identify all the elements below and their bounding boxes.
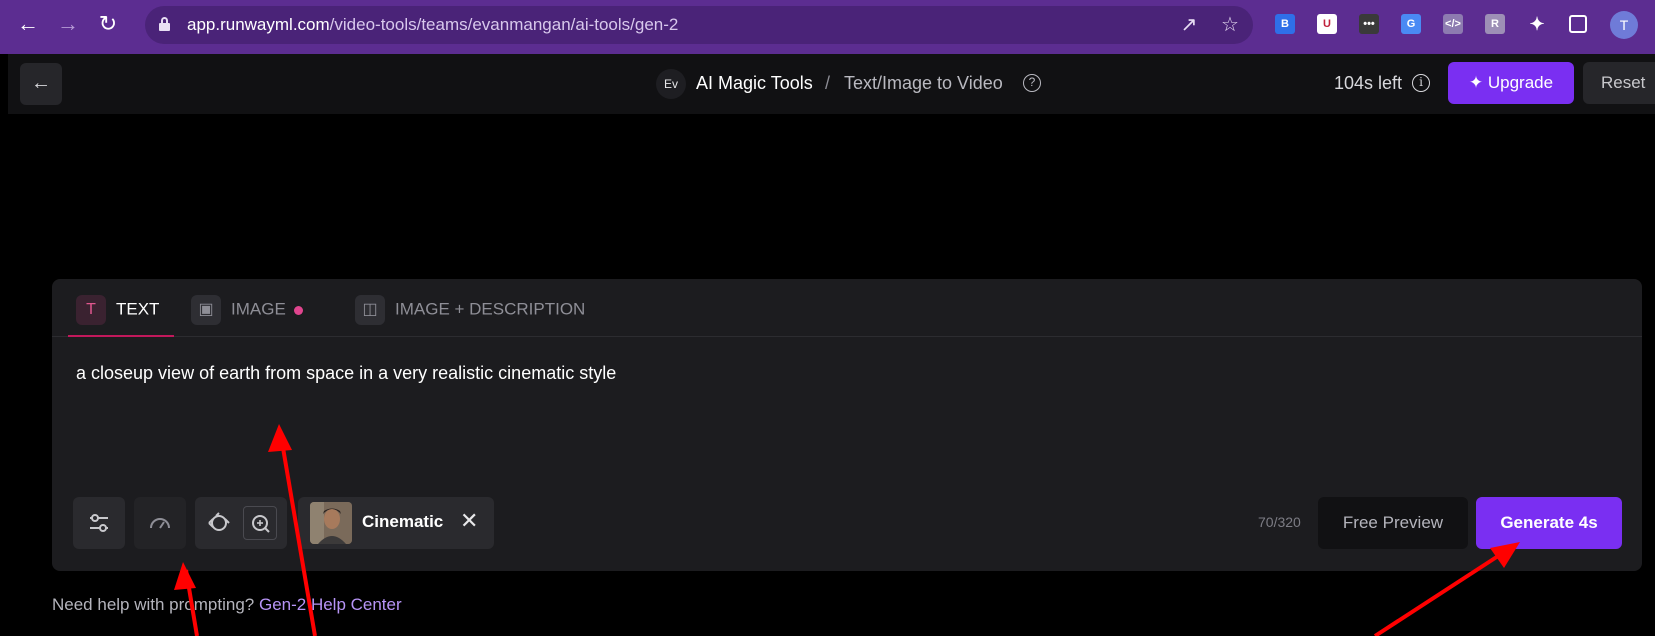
upgrade-button[interactable]: ✦ Upgrade — [1448, 62, 1574, 104]
style-thumbnail — [310, 502, 352, 544]
image-icon: ▣ — [191, 295, 221, 325]
gauge-icon — [150, 518, 170, 529]
prompt-input[interactable]: a closeup view of earth from space in a … — [76, 363, 616, 384]
free-preview-button[interactable]: Free Preview — [1318, 497, 1468, 549]
generate-button[interactable]: Generate 4s — [1476, 497, 1622, 549]
help-icon[interactable]: ? — [1023, 74, 1041, 92]
extension-icon-1[interactable]: B — [1275, 14, 1295, 34]
tab-image[interactable]: ▣ IMAGE — [191, 295, 303, 325]
zoom-in-icon — [252, 515, 270, 533]
translate-extension-icon[interactable]: G — [1401, 14, 1421, 34]
code-extension-icon[interactable]: </> — [1443, 14, 1463, 34]
text-icon: T — [76, 295, 106, 325]
camera-controls-group — [195, 497, 287, 549]
new-indicator-dot — [293, 305, 303, 315]
reload-icon[interactable]: ↻ — [94, 10, 122, 38]
motion-speed-button[interactable] — [134, 497, 186, 549]
active-tab-indicator — [68, 335, 174, 337]
help-center-link[interactable]: Gen-2 Help Center — [259, 595, 402, 614]
forward-arrow-icon[interactable]: → — [54, 10, 82, 38]
extension-icon-2[interactable]: U — [1317, 14, 1337, 34]
address-bar[interactable]: app.runwayml.com/video-tools/teams/evanm… — [145, 6, 1253, 44]
settings-button[interactable] — [73, 497, 125, 549]
url-text: app.runwayml.com/video-tools/teams/evanm… — [187, 15, 679, 34]
back-arrow-icon[interactable]: ← — [14, 10, 42, 38]
sidepanel-icon[interactable] — [1569, 15, 1587, 33]
style-preset-chip[interactable]: Cinematic ✕ — [298, 497, 494, 549]
prompt-panel: T TEXT ▣ IMAGE ◫ IMAGE + DESCRIPTION a clos… — [52, 279, 1642, 571]
tab-image-description[interactable]: ◫ IMAGE + DESCRIPTION — [355, 295, 585, 325]
profile-avatar[interactable]: T — [1610, 11, 1638, 39]
share-icon[interactable]: ↗ — [1177, 13, 1201, 37]
mode-tabs: T TEXT ▣ IMAGE ◫ IMAGE + DESCRIPTION — [52, 279, 1642, 337]
tab-text[interactable]: T TEXT — [76, 295, 159, 325]
sparkle-icon: ✦ — [1468, 73, 1488, 92]
close-icon[interactable]: ✕ — [460, 508, 478, 534]
info-icon[interactable]: i — [1412, 74, 1430, 92]
lock-icon — [159, 17, 170, 31]
split-layout-icon: ◫ — [355, 295, 385, 325]
back-button[interactable]: ← — [20, 63, 62, 105]
help-footer: Need help with prompting? Gen-2 Help Cen… — [52, 595, 402, 614]
breadcrumb-section[interactable]: AI Magic Tools — [696, 73, 813, 94]
reset-button[interactable]: Reset — [1583, 62, 1655, 104]
style-name: Cinematic — [362, 512, 444, 531]
breadcrumb-current: Text/Image to Video — [844, 73, 1003, 93]
character-count: 70/320 — [1258, 514, 1301, 530]
extension-icon-3[interactable]: ••• — [1359, 14, 1379, 34]
workspace-avatar[interactable]: Ev — [656, 69, 686, 99]
puzzle-extensions-icon[interactable]: ✦ — [1527, 14, 1547, 34]
camera-rotate-icon[interactable] — [195, 497, 241, 549]
zoom-button[interactable] — [243, 506, 277, 540]
breadcrumb-separator: / — [825, 73, 831, 93]
app-header: ← Ev AI Magic Tools / Text/Image to Vide… — [8, 54, 1655, 114]
credits-remaining: 104s left — [1334, 73, 1403, 93]
extension-icon-6[interactable]: R — [1485, 14, 1505, 34]
sliders-icon — [90, 514, 108, 532]
star-icon[interactable]: ☆ — [1218, 13, 1242, 37]
browser-toolbar: ← → ↻ app.runwayml.com/video-tools/teams… — [0, 0, 1655, 54]
